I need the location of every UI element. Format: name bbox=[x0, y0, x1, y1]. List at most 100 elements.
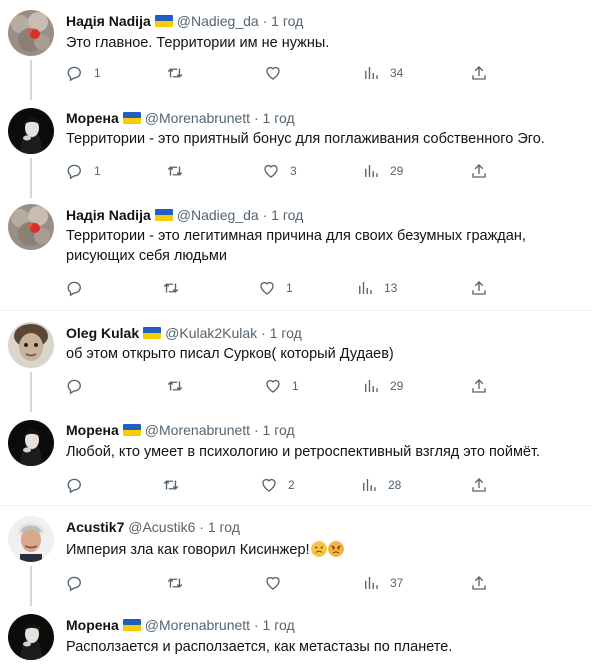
avatar[interactable] bbox=[8, 108, 54, 154]
like-button[interactable] bbox=[264, 574, 292, 592]
like-icon bbox=[264, 164, 278, 178]
like-button[interactable]: 2 bbox=[260, 476, 295, 494]
views-count: 34 bbox=[390, 66, 404, 80]
author-name[interactable]: Морена bbox=[66, 422, 119, 438]
share-icon bbox=[472, 66, 486, 80]
like-button[interactable] bbox=[264, 64, 292, 82]
retweet-button[interactable] bbox=[162, 279, 190, 297]
like-button[interactable]: 3 bbox=[262, 162, 297, 180]
thread-line bbox=[30, 566, 32, 606]
retweet-button[interactable] bbox=[166, 574, 194, 592]
divider bbox=[0, 310, 592, 311]
views-count: 28 bbox=[388, 478, 402, 492]
reply-icon bbox=[67, 478, 81, 494]
views-icon bbox=[365, 165, 378, 177]
like-icon bbox=[266, 379, 280, 393]
avatar[interactable] bbox=[8, 614, 54, 660]
author-name[interactable]: Надія Nadija bbox=[66, 207, 151, 223]
timestamp[interactable]: 1 год bbox=[263, 617, 295, 633]
tweet-text: Это главное. Территории им не нужны. bbox=[66, 35, 330, 51]
avatar[interactable] bbox=[8, 10, 54, 56]
like-count: 3 bbox=[290, 164, 297, 178]
share-button[interactable] bbox=[470, 377, 488, 395]
views-button[interactable]: 13 bbox=[356, 279, 397, 297]
like-count: 2 bbox=[288, 478, 295, 492]
ukraine-flag-icon bbox=[122, 619, 141, 631]
share-button[interactable] bbox=[470, 476, 488, 494]
share-button[interactable] bbox=[470, 162, 488, 180]
tweet-actions: 2 28 bbox=[66, 476, 496, 494]
reply-icon bbox=[67, 379, 81, 395]
retweet-button[interactable] bbox=[166, 64, 194, 82]
separator: · bbox=[199, 519, 204, 535]
reply-button[interactable] bbox=[66, 574, 94, 592]
author-name[interactable]: Морена bbox=[66, 110, 119, 126]
ukraine-flag-icon bbox=[154, 209, 173, 221]
views-button[interactable]: 28 bbox=[360, 476, 401, 494]
retweet-icon bbox=[167, 381, 183, 391]
share-button[interactable] bbox=[470, 574, 488, 592]
tweet-text: Территории - это легитимная причина для … bbox=[66, 228, 526, 264]
timestamp[interactable]: 1 год bbox=[270, 325, 302, 341]
author-name[interactable]: Морена bbox=[66, 617, 119, 633]
tweet-text-line: Империя зла как говорил Кисинжер! bbox=[66, 540, 576, 560]
views-count: 29 bbox=[390, 379, 404, 393]
retweet-icon bbox=[167, 166, 183, 176]
share-icon bbox=[472, 478, 486, 492]
timestamp[interactable]: 1 год bbox=[271, 13, 303, 29]
views-button[interactable]: 34 bbox=[362, 64, 403, 82]
separator: · bbox=[262, 13, 268, 29]
share-icon bbox=[472, 379, 486, 393]
tweet-header: Oleg Kulak @Kulak2Kulak · 1 год bbox=[66, 324, 302, 342]
reply-button[interactable] bbox=[66, 377, 94, 395]
reply-icon bbox=[67, 281, 81, 297]
timestamp[interactable]: 1 год bbox=[208, 519, 240, 535]
share-icon bbox=[472, 164, 486, 178]
author-handle[interactable]: @Nadieg_da bbox=[177, 13, 259, 29]
reply-button[interactable]: 1 bbox=[66, 162, 101, 180]
reply-icon bbox=[67, 66, 81, 82]
tweet-actions: 37 bbox=[66, 574, 496, 592]
views-button[interactable]: 29 bbox=[362, 377, 403, 395]
like-button[interactable]: 1 bbox=[264, 377, 299, 395]
views-button[interactable]: 29 bbox=[362, 162, 403, 180]
author-name[interactable]: Oleg Kulak bbox=[66, 325, 139, 341]
author-handle[interactable]: @Morenabrunett bbox=[145, 617, 250, 633]
author-handle[interactable]: @Kulak2Kulak bbox=[165, 325, 257, 341]
reply-button[interactable] bbox=[66, 279, 94, 297]
timestamp[interactable]: 1 год bbox=[271, 207, 303, 223]
thread-line bbox=[30, 158, 32, 198]
views-count: 29 bbox=[390, 164, 404, 178]
timestamp[interactable]: 1 год bbox=[263, 422, 295, 438]
author-name[interactable]: Надія Nadija bbox=[66, 13, 151, 29]
share-button[interactable] bbox=[470, 64, 488, 82]
avatar[interactable] bbox=[8, 322, 54, 368]
retweet-button[interactable] bbox=[162, 476, 190, 494]
share-button[interactable] bbox=[470, 279, 488, 297]
author-name[interactable]: Acustik7 bbox=[66, 519, 124, 535]
author-handle[interactable]: @Morenabrunett bbox=[145, 422, 250, 438]
timestamp[interactable]: 1 год bbox=[263, 110, 295, 126]
separator: · bbox=[261, 325, 266, 341]
tweet-text: Расползается и расползается, как метаста… bbox=[66, 639, 453, 655]
retweet-button[interactable] bbox=[166, 162, 194, 180]
avatar[interactable] bbox=[8, 204, 54, 250]
views-icon bbox=[363, 479, 376, 491]
views-button[interactable]: 37 bbox=[362, 574, 403, 592]
avatar[interactable] bbox=[8, 420, 54, 466]
reply-button[interactable] bbox=[66, 476, 94, 494]
ukraine-flag-icon bbox=[143, 327, 162, 339]
divider bbox=[0, 505, 592, 506]
tweet-actions: 1 3 29 bbox=[66, 162, 496, 180]
like-button[interactable]: 1 bbox=[258, 279, 293, 297]
like-count: 1 bbox=[292, 379, 299, 393]
reply-button[interactable]: 1 bbox=[66, 64, 101, 82]
author-handle[interactable]: @Morenabrunett bbox=[145, 110, 250, 126]
reply-count: 1 bbox=[94, 66, 101, 80]
tweet-header: Надія Nadija @Nadieg_da · 1 год bbox=[66, 12, 303, 30]
author-handle[interactable]: @Nadieg_da bbox=[177, 207, 259, 223]
avatar[interactable] bbox=[8, 516, 54, 562]
retweet-button[interactable] bbox=[166, 377, 194, 395]
author-handle[interactable]: @Acustik6 bbox=[128, 519, 195, 535]
tweet-actions: 1 34 bbox=[66, 64, 496, 82]
